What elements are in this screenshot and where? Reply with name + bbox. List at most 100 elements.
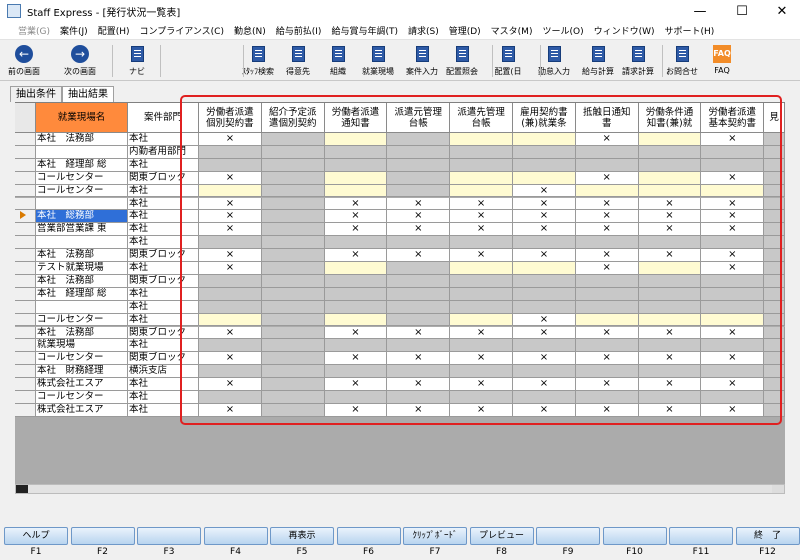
cell-mark[interactable] [638, 391, 702, 404]
cell-mark[interactable]: × [701, 171, 765, 185]
cell-mark[interactable] [261, 210, 325, 224]
cell-mark[interactable] [638, 274, 702, 288]
cell-mark[interactable]: × [324, 249, 388, 262]
cell-mark[interactable] [324, 184, 388, 198]
menu-item-9[interactable]: マスタ(M) [491, 24, 533, 37]
fkey-f6-button[interactable] [336, 527, 401, 545]
menu-item-5[interactable]: 給与前払(I) [276, 24, 322, 37]
cell-mark[interactable] [450, 287, 513, 301]
tab-results[interactable]: 抽出結果 [62, 86, 114, 102]
column-header-0[interactable]: 就業現場名 [36, 103, 128, 133]
cell-overflow[interactable] [764, 403, 785, 417]
cell-mark[interactable]: × [199, 352, 262, 366]
cell-overflow[interactable] [764, 365, 785, 379]
cell-mark[interactable] [575, 158, 639, 172]
cell-dept[interactable]: 本社 [128, 403, 199, 417]
cell-mark[interactable] [638, 365, 702, 379]
back-button[interactable]: ← 前の画面 [4, 43, 44, 79]
toolbar-button-5[interactable]: 配置照会 [442, 43, 482, 79]
cell-mark[interactable] [261, 262, 325, 275]
cell-mark[interactable] [324, 365, 388, 379]
cell-mark[interactable]: × [450, 249, 513, 262]
cell-overflow[interactable] [764, 274, 785, 288]
cell-mark[interactable] [450, 145, 513, 159]
column-header-6[interactable]: 派遣先管理 台帳 [450, 103, 513, 133]
cell-overflow[interactable] [764, 210, 785, 224]
row-header[interactable] [15, 158, 36, 172]
cell-mark[interactable] [575, 391, 639, 404]
cell-mark[interactable] [261, 145, 325, 159]
cell-mark[interactable] [261, 326, 325, 340]
cell-mark[interactable] [701, 287, 765, 301]
cell-mark[interactable]: × [450, 378, 513, 391]
cell-dept[interactable]: 内勤者用部門 [128, 145, 199, 159]
cell-overflow[interactable] [764, 158, 785, 172]
toolbar-button-3[interactable]: 就業現場 [358, 43, 398, 79]
cell-dept[interactable]: 本社 [128, 339, 199, 353]
column-header-11[interactable]: 見 [764, 103, 785, 133]
cell-mark[interactable]: × [387, 403, 451, 417]
cell-site-name[interactable]: コールセンター [36, 391, 128, 404]
cell-mark[interactable] [261, 223, 325, 237]
cell-dept[interactable]: 本社 [128, 287, 199, 301]
cell-mark[interactable] [450, 262, 513, 275]
cell-site-name[interactable]: 本社 法務部 [36, 274, 128, 288]
cell-mark[interactable] [324, 133, 388, 146]
cell-site-name[interactable]: 本社 経理部 総 [36, 287, 128, 301]
cell-mark[interactable] [450, 300, 513, 314]
cell-mark[interactable] [199, 391, 262, 404]
cell-mark[interactable] [638, 262, 702, 275]
cell-mark[interactable] [575, 184, 639, 198]
row-header[interactable] [15, 262, 36, 275]
cell-dept[interactable]: 本社 [128, 378, 199, 391]
cell-mark[interactable]: × [638, 223, 702, 237]
cell-mark[interactable] [701, 365, 765, 379]
cell-site-name[interactable] [36, 197, 128, 211]
next-button[interactable]: → 次の画面 [55, 43, 105, 79]
cell-overflow[interactable] [764, 133, 785, 146]
cell-mark[interactable]: × [387, 197, 451, 211]
cell-mark[interactable] [324, 339, 388, 353]
cell-mark[interactable] [261, 249, 325, 262]
cell-site-name[interactable]: 株式会社エスア [36, 378, 128, 391]
cell-overflow[interactable] [764, 313, 785, 327]
fkey-f1-button[interactable]: ヘルプ [4, 527, 68, 545]
cell-mark[interactable] [261, 236, 325, 250]
cell-site-name[interactable] [36, 300, 128, 314]
cell-mark[interactable] [513, 171, 576, 185]
menu-item-0[interactable]: 営業(G) [18, 24, 50, 37]
cell-mark[interactable] [513, 133, 576, 146]
cell-mark[interactable]: × [199, 197, 262, 211]
cell-mark[interactable]: × [638, 326, 702, 340]
cell-mark[interactable] [638, 171, 702, 185]
cell-mark[interactable] [387, 171, 451, 185]
toolbar-button-6[interactable]: 配置(日 [490, 43, 526, 79]
row-header[interactable] [15, 223, 36, 237]
cell-mark[interactable] [575, 274, 639, 288]
cell-mark[interactable] [324, 158, 388, 172]
fkey-f7-button[interactable]: ｸﾘｯﾌﾟﾎﾞｰﾄﾞ [403, 527, 467, 545]
cell-mark[interactable] [261, 403, 325, 417]
menu-item-11[interactable]: ウィンドウ(W) [594, 24, 655, 37]
cell-mark[interactable]: × [324, 378, 388, 391]
row-header[interactable] [15, 287, 36, 301]
cell-dept[interactable]: 本社 [128, 262, 199, 275]
row-header[interactable] [15, 184, 36, 198]
cell-mark[interactable]: × [387, 378, 451, 391]
cell-mark[interactable] [261, 184, 325, 198]
cell-dept[interactable]: 本社 [128, 236, 199, 250]
menu-item-8[interactable]: 管理(D) [449, 24, 481, 37]
cell-mark[interactable]: × [513, 403, 576, 417]
cell-mark[interactable]: × [701, 403, 765, 417]
cell-mark[interactable] [638, 287, 702, 301]
cell-mark[interactable] [575, 287, 639, 301]
toolbar-button-0[interactable]: ｽﾀｯﾌ検索 [238, 43, 278, 79]
cell-mark[interactable] [701, 339, 765, 353]
cell-mark[interactable]: × [387, 326, 451, 340]
cell-mark[interactable] [261, 287, 325, 301]
cell-mark[interactable]: × [701, 197, 765, 211]
cell-mark[interactable] [450, 313, 513, 327]
cell-mark[interactable]: × [575, 262, 639, 275]
cell-dept[interactable]: 本社 [128, 391, 199, 404]
row-header[interactable] [15, 210, 36, 224]
